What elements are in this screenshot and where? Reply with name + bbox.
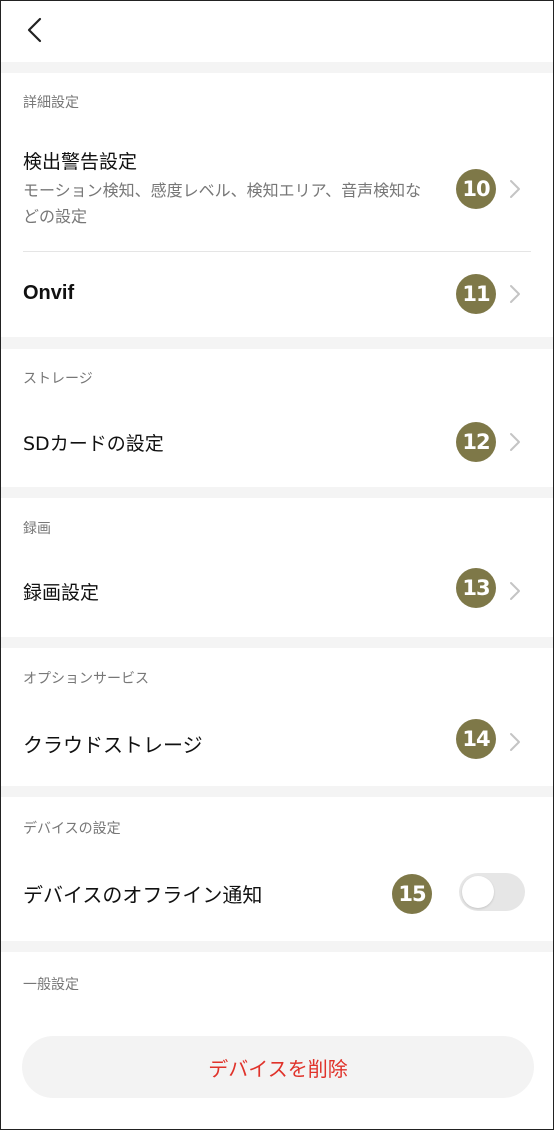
row-cloud-storage[interactable]: クラウドストレージ 14 (1, 709, 553, 779)
section-header: デバイスの設定 (23, 821, 121, 837)
chevron-left-icon (27, 17, 42, 43)
callout-badge: 11 (456, 274, 496, 314)
section-header: 一般設定 (23, 977, 79, 993)
callout-badge: 10 (456, 169, 496, 209)
chevron-right-icon (510, 433, 520, 451)
row-title: クラウドストレージ (23, 733, 203, 757)
callout-badge: 13 (456, 568, 496, 608)
section-storage: ストレージ SDカードの設定 12 (1, 349, 553, 487)
callout-badge: 12 (456, 422, 496, 462)
section-option-services: オプションサービス クラウドストレージ 14 (1, 648, 553, 786)
row-device-offline-notification: デバイスのオフライン通知 15 (1, 859, 553, 929)
top-bar (1, 1, 553, 62)
row-detection-alert-settings[interactable]: 検出警告設定 モーション検知、感度レベル、検知エリア、音声検知などの設定 10 (1, 147, 553, 251)
chevron-right-icon (510, 582, 520, 600)
row-title: デバイスのオフライン通知 (23, 883, 263, 907)
section-header: 詳細設定 (23, 95, 79, 111)
row-title: 録画設定 (23, 582, 100, 604)
chevron-right-icon (510, 733, 520, 751)
section-device-settings: デバイスの設定 デバイスのオフライン通知 15 (1, 797, 553, 941)
row-title: Onvif (23, 282, 75, 304)
section-header: オプションサービス (23, 671, 149, 687)
back-button[interactable] (23, 17, 47, 43)
callout-badge: 15 (392, 874, 432, 914)
row-description: モーション検知、感度レベル、検知エリア、音声検知などの設定 (23, 181, 422, 226)
offline-notification-toggle[interactable] (459, 873, 525, 911)
section-detail-settings: 詳細設定 検出警告設定 モーション検知、感度レベル、検知エリア、音声検知などの設… (1, 73, 553, 337)
row-sd-card-settings[interactable]: SDカードの設定 12 (1, 409, 553, 479)
callout-badge: 14 (456, 719, 496, 759)
section-recording: 録画 録画設定 13 (1, 498, 553, 637)
section-header: 録画 (23, 521, 51, 537)
chevron-right-icon (510, 285, 520, 303)
section-header: ストレージ (23, 371, 93, 387)
row-title: SDカードの設定 (23, 433, 164, 455)
chevron-right-icon (510, 180, 520, 198)
row-recording-settings[interactable]: 録画設定 13 (1, 558, 553, 628)
toggle-knob (462, 876, 494, 908)
row-onvif[interactable]: Onvif 11 (1, 252, 553, 337)
settings-screen: 詳細設定 検出警告設定 モーション検知、感度レベル、検知エリア、音声検知などの設… (0, 0, 554, 1130)
delete-device-button[interactable]: デバイスを削除 (22, 1036, 534, 1098)
